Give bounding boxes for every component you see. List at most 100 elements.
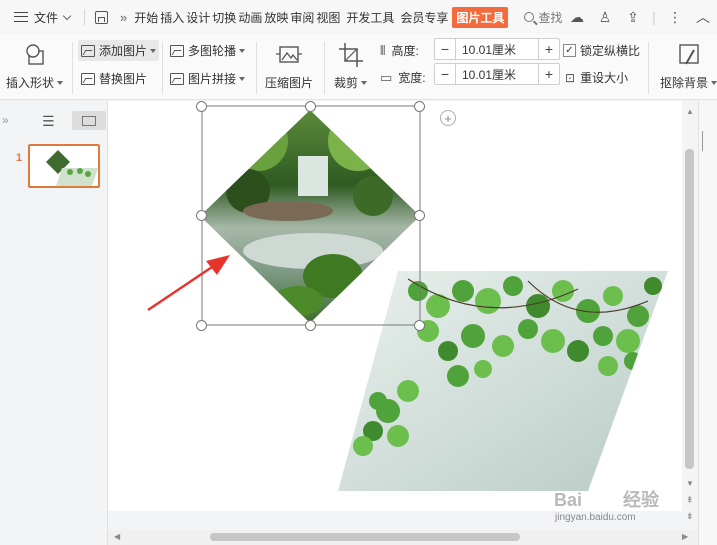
remove-background-label: 抠除背景 [660,76,709,90]
replace-image-label: 替换图片 [99,72,148,86]
tab-view[interactable]: 视图 [315,9,341,26]
menu-actions: ☁ ♙ ⇪ | ⋮ ︿ [563,0,717,34]
share-icon[interactable]: ⇪ [619,0,647,34]
slides-panel: » ☰ 1 [0,101,108,545]
lock-ratio-checkbox[interactable]: ✓ 锁定纵横比 [563,42,640,59]
vertical-scroll-thumb[interactable] [685,149,694,469]
compress-image-label: 压缩图片 [265,76,314,90]
scroll-left-icon[interactable]: ◀ [114,532,120,541]
caret-down-icon [711,80,717,85]
tab-review[interactable]: 审阅 [289,9,315,26]
outline-view-icon[interactable]: ☰ [42,113,55,130]
tab-picture-tools[interactable]: 图片工具 [452,6,509,28]
multi-carousel-label: 多图轮播 [188,44,237,58]
tab-slideshow[interactable]: 放映 [263,9,289,26]
resize-handle-bottom-left[interactable] [196,320,207,331]
height-decrease-button[interactable]: − [435,39,455,59]
tab-member[interactable]: 会员专享 [399,9,449,26]
hamburger-icon [14,12,28,22]
tab-animation[interactable]: 动画 [237,9,263,26]
divider [162,42,163,94]
slide-thumbnail-preview [46,150,98,186]
replace-image-button[interactable]: 替换图片 [81,70,147,87]
add-image-button[interactable]: 添加图片 [78,40,160,61]
file-menu-label: 文件 [34,10,59,25]
width-decrease-button[interactable]: − [435,64,455,84]
width-icon: ▭ [380,69,393,85]
collapse-ribbon-icon[interactable]: ︿ [689,0,717,34]
resize-handle-top-right[interactable] [414,101,425,112]
search-label: 查找 [538,10,563,25]
replace-image-icon [81,72,95,85]
horizontal-scrollbar[interactable]: ◀ ▶ [108,530,698,545]
search-button[interactable]: 查找 [524,9,562,26]
slide-number: 1 [16,152,23,164]
remove-background-button[interactable]: 抠除背景 [660,40,717,91]
leaves-image[interactable] [338,271,668,491]
file-menu[interactable]: 文件 [0,0,78,34]
divider [648,42,649,94]
vertical-scrollbar[interactable]: ▲ ▼ ⇞ ⇟ [682,101,698,530]
height-increase-button[interactable]: + [539,39,559,59]
width-increase-button[interactable]: + [539,64,559,84]
insert-shape-button[interactable]: 插入形状 [6,40,64,91]
scroll-down-icon[interactable]: ▼ [686,479,694,488]
reset-size-button[interactable]: ⊡ 重设大小 [565,69,628,86]
crop-icon [338,43,363,67]
divider [72,42,73,94]
resize-handle-top-left[interactable] [196,101,207,112]
image-collage-button[interactable]: 图片拼接 [170,70,246,87]
sidebar-tool-icon[interactable] [702,131,714,151]
waterfall-image[interactable] [198,109,423,325]
tab-transition[interactable]: 切换 [211,9,237,26]
add-icon[interactable]: + [440,110,456,126]
scroll-up-icon[interactable]: ▲ [686,107,694,116]
width-label: 宽度: [398,71,426,85]
tab-developer[interactable]: 开发工具 [345,9,395,26]
slide-thumbnail[interactable] [28,144,100,188]
height-icon: ⫴ [380,42,386,58]
compress-icon [276,46,302,63]
slide-canvas[interactable]: Bai 经验 + [108,101,682,511]
width-value[interactable]: 10.01厘米 [455,64,539,84]
user-icon[interactable]: ♙ [591,0,619,34]
caret-down-icon [57,80,64,85]
caret-down-icon [239,48,246,53]
add-image-label: 添加图片 [99,44,148,58]
slide-view-button[interactable] [72,111,106,130]
page-up-icon[interactable]: ⇞ [686,495,694,506]
watermark: Bai 经验 [554,489,660,510]
more-chevron-icon[interactable]: » [120,10,127,25]
cloud-sync-icon[interactable]: ☁ [563,0,591,34]
height-value[interactable]: 10.01厘米 [455,39,539,59]
more-options-icon[interactable]: ⋮ [661,0,689,34]
resize-handle-right[interactable] [414,210,425,221]
right-sidebar [698,101,717,545]
crop-button[interactable]: 裁剪 [334,40,368,91]
collage-icon [170,72,184,85]
resize-handle-left[interactable] [196,210,207,221]
scroll-right-icon[interactable]: ▶ [682,532,688,541]
width-stepper[interactable]: − 10.01厘米 + [434,63,560,85]
page-down-icon[interactable]: ⇟ [686,511,694,522]
height-stepper[interactable]: − 10.01厘米 + [434,38,560,60]
remove-background-icon [678,44,699,65]
save-icon[interactable] [95,10,109,24]
crop-label: 裁剪 [334,76,359,90]
slide-view-icon [82,115,96,126]
tab-insert[interactable]: 插入 [159,9,185,26]
multi-carousel-button[interactable]: 多图轮播 [170,42,246,59]
watermark-brand-suffix: 经验 [623,489,660,510]
resize-handle-top[interactable] [305,101,316,112]
caret-down-icon [150,48,157,53]
tab-home[interactable]: 开始 [133,9,159,26]
divider [324,42,325,94]
resize-handle-bottom[interactable] [305,320,316,331]
divider [84,9,86,25]
resize-handle-bottom-right[interactable] [414,320,425,331]
tab-design[interactable]: 设计 [185,9,211,26]
expand-panel-icon[interactable]: » [2,113,9,127]
horizontal-scroll-thumb[interactable] [210,533,520,541]
search-icon [524,12,535,22]
compress-image-button[interactable]: 压缩图片 [265,40,313,91]
